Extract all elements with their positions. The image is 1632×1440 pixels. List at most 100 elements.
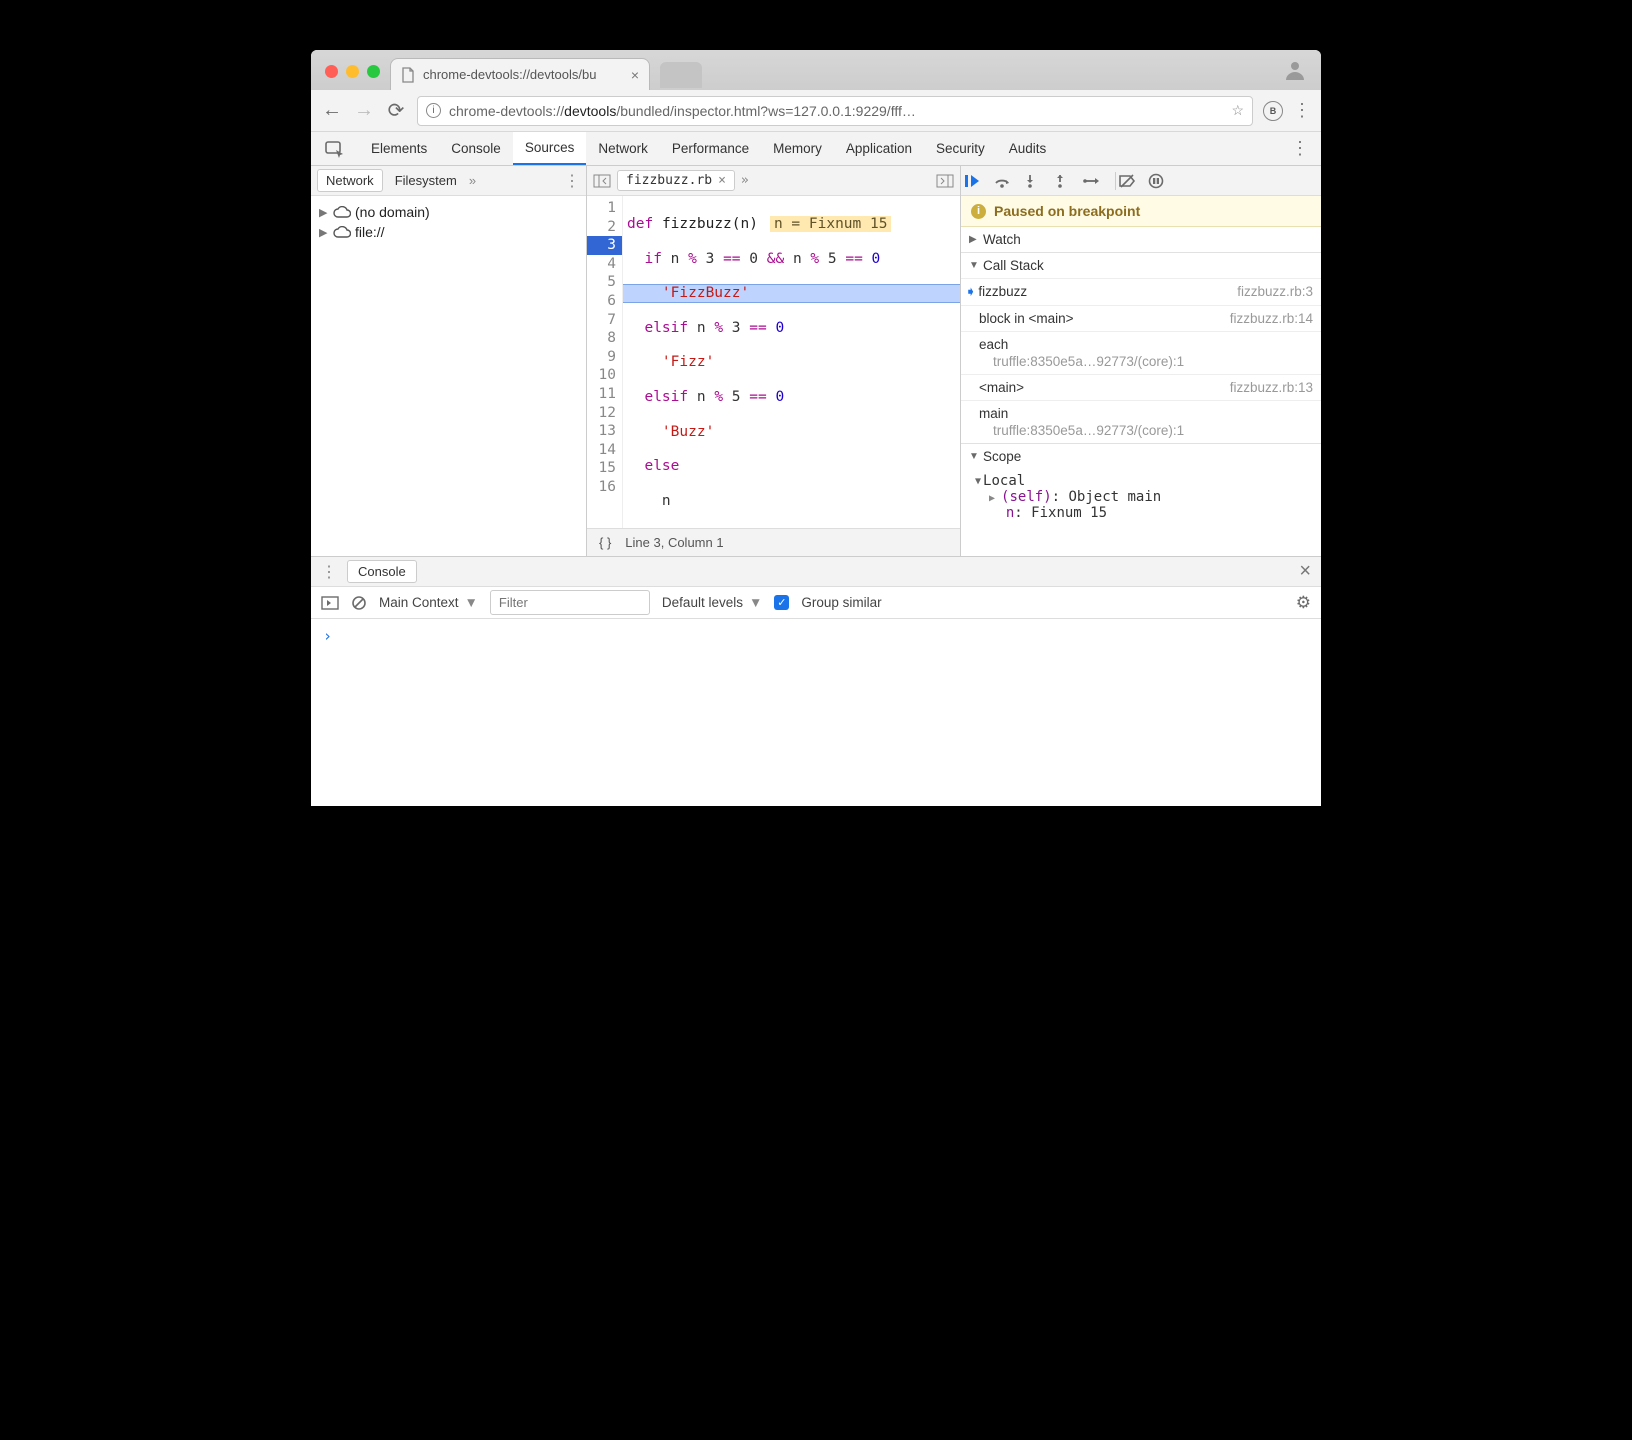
- tab-title: chrome-devtools://devtools/bu: [423, 67, 623, 82]
- browser-window: chrome-devtools://devtools/bu × ← → ⟳ i …: [311, 50, 1321, 806]
- editor-status-bar: { } Line 3, Column 1: [587, 528, 960, 556]
- stack-frame[interactable]: block in <main>fizzbuzz.rb:14: [961, 305, 1321, 331]
- tab-application[interactable]: Application: [834, 132, 924, 165]
- callstack-section: ▼Call Stack ➧fizzbuzzfizzbuzz.rb:3 block…: [961, 253, 1321, 444]
- step-out-button[interactable]: [1053, 173, 1083, 189]
- browser-toolbar: ← → ⟳ i chrome-devtools://devtools/bundl…: [311, 90, 1321, 132]
- inspect-element-icon[interactable]: [311, 140, 359, 158]
- stack-frame[interactable]: maintruffle:8350e5a…92773/(core):1: [961, 400, 1321, 443]
- group-similar-label: Group similar: [801, 595, 881, 610]
- watch-section[interactable]: ▶Watch: [961, 227, 1321, 253]
- tab-elements[interactable]: Elements: [359, 132, 439, 165]
- console-prompt: ›: [323, 627, 332, 645]
- tab-memory[interactable]: Memory: [761, 132, 834, 165]
- navigator-panel: Network Filesystem » ⋮ ▶ (no domain) ▶ f…: [311, 166, 587, 556]
- step-into-button[interactable]: [1023, 173, 1053, 189]
- cursor-position: Line 3, Column 1: [625, 535, 723, 550]
- navigator-tab-filesystem[interactable]: Filesystem: [387, 170, 465, 191]
- console-filter-input[interactable]: [490, 590, 650, 615]
- url-text: chrome-devtools://devtools/bundled/inspe…: [449, 103, 1223, 119]
- more-tabs-icon[interactable]: »: [741, 173, 749, 188]
- scope-var-self[interactable]: ▶ (self): Object main: [975, 489, 1313, 505]
- window-close-button[interactable]: [325, 65, 338, 78]
- info-icon: i: [971, 204, 986, 219]
- navigator-tree: ▶ (no domain) ▶ file://: [311, 196, 586, 248]
- resume-button[interactable]: [963, 173, 993, 189]
- console-settings-icon[interactable]: ⚙: [1296, 593, 1311, 613]
- stack-frame[interactable]: ➧fizzbuzzfizzbuzz.rb:3: [961, 278, 1321, 305]
- new-tab-handle[interactable]: [660, 62, 702, 88]
- scope-header[interactable]: ▼Scope: [961, 444, 1321, 469]
- debugger-panel: i Paused on breakpoint ▶Watch ▼Call Stac…: [961, 166, 1321, 556]
- line-gutter[interactable]: 12345678910111213141516: [587, 196, 623, 528]
- clear-console-icon[interactable]: [351, 595, 367, 611]
- navigator-tabs: Network Filesystem » ⋮: [311, 166, 586, 196]
- paused-banner: i Paused on breakpoint: [961, 196, 1321, 227]
- console-drawer: ⋮ Console × Main Context ▼ Default level…: [311, 556, 1321, 806]
- drawer-header: ⋮ Console ×: [311, 557, 1321, 587]
- scope-local[interactable]: ▼Local: [975, 473, 1313, 489]
- callstack-header[interactable]: ▼Call Stack: [961, 253, 1321, 278]
- navigator-tab-network[interactable]: Network: [317, 169, 383, 192]
- file-tab-label: fizzbuzz.rb: [626, 173, 712, 188]
- scope-section: ▼Scope ▼Local ▶ (self): Object main n: F…: [961, 444, 1321, 525]
- stack-frame[interactable]: <main>fizzbuzz.rb:13: [961, 374, 1321, 400]
- toggle-debugger-icon[interactable]: [936, 174, 954, 188]
- forward-button: →: [353, 99, 375, 122]
- file-tab[interactable]: fizzbuzz.rb ×: [617, 170, 735, 191]
- browser-tab[interactable]: chrome-devtools://devtools/bu ×: [390, 58, 650, 90]
- pause-exceptions-button[interactable]: [1148, 173, 1178, 189]
- cloud-icon: [333, 226, 351, 239]
- debugger-toolbar: [961, 166, 1321, 196]
- navigator-more-icon[interactable]: »: [469, 173, 476, 188]
- devtools-tabbar: Elements Console Sources Network Perform…: [311, 132, 1321, 166]
- toggle-navigator-icon[interactable]: [593, 174, 611, 188]
- drawer-close-icon[interactable]: ×: [1299, 560, 1311, 583]
- group-similar-checkbox[interactable]: ✓: [774, 595, 789, 610]
- devtools-menu-icon[interactable]: ⋮: [1279, 138, 1321, 159]
- tree-item-file[interactable]: ▶ file://: [319, 222, 578, 242]
- step-button[interactable]: [1083, 174, 1113, 188]
- page-icon: [401, 67, 415, 83]
- tab-security[interactable]: Security: [924, 132, 997, 165]
- sources-panel: Network Filesystem » ⋮ ▶ (no domain) ▶ f…: [311, 166, 1321, 556]
- tab-network[interactable]: Network: [586, 132, 660, 165]
- log-levels-select[interactable]: Default levels ▼: [662, 595, 762, 610]
- deactivate-breakpoints-button[interactable]: [1118, 173, 1148, 189]
- address-bar[interactable]: i chrome-devtools://devtools/bundled/ins…: [417, 96, 1253, 126]
- context-select[interactable]: Main Context ▼: [379, 595, 478, 610]
- editor-tabbar: fizzbuzz.rb × »: [587, 166, 960, 196]
- code-lines[interactable]: def fizzbuzz(n)n = Fixnum 15 if n % 3 ==…: [623, 196, 960, 528]
- tab-console[interactable]: Console: [439, 132, 513, 165]
- drawer-menu-icon[interactable]: ⋮: [321, 562, 337, 582]
- scope-var-n[interactable]: n: Fixnum 15: [975, 505, 1313, 521]
- navigator-menu-icon[interactable]: ⋮: [564, 171, 580, 191]
- tree-item-no-domain[interactable]: ▶ (no domain): [319, 202, 578, 222]
- window-minimize-button[interactable]: [346, 65, 359, 78]
- console-body[interactable]: ›: [311, 619, 1321, 653]
- console-toolbar: Main Context ▼ Default levels ▼ ✓ Group …: [311, 587, 1321, 619]
- cloud-icon: [333, 206, 351, 219]
- step-over-button[interactable]: [993, 173, 1023, 189]
- tab-audits[interactable]: Audits: [997, 132, 1059, 165]
- site-info-icon[interactable]: i: [426, 103, 441, 118]
- drawer-tab-console[interactable]: Console: [347, 560, 417, 583]
- tab-sources[interactable]: Sources: [513, 132, 587, 165]
- file-tab-close-icon[interactable]: ×: [718, 173, 726, 188]
- code-editor[interactable]: 12345678910111213141516 def fizzbuzz(n)n…: [587, 196, 960, 528]
- browser-menu-icon[interactable]: ⋮: [1293, 100, 1311, 121]
- account-icon[interactable]: [1283, 58, 1307, 82]
- tab-close-icon[interactable]: ×: [631, 67, 639, 83]
- extension-icon[interactable]: B: [1263, 101, 1283, 121]
- window-zoom-button[interactable]: [367, 65, 380, 78]
- console-sidebar-toggle-icon[interactable]: [321, 596, 339, 610]
- bookmark-star-icon[interactable]: ☆: [1231, 102, 1244, 119]
- editor-panel: fizzbuzz.rb × » 12345678910111213141516 …: [587, 166, 961, 556]
- pretty-print-icon[interactable]: { }: [599, 535, 611, 550]
- inline-value-hint: n = Fixnum 15: [770, 216, 892, 232]
- back-button[interactable]: ←: [321, 99, 343, 122]
- traffic-lights: [319, 65, 390, 90]
- reload-button[interactable]: ⟳: [385, 98, 407, 123]
- tab-performance[interactable]: Performance: [660, 132, 761, 165]
- stack-frame[interactable]: eachtruffle:8350e5a…92773/(core):1: [961, 331, 1321, 374]
